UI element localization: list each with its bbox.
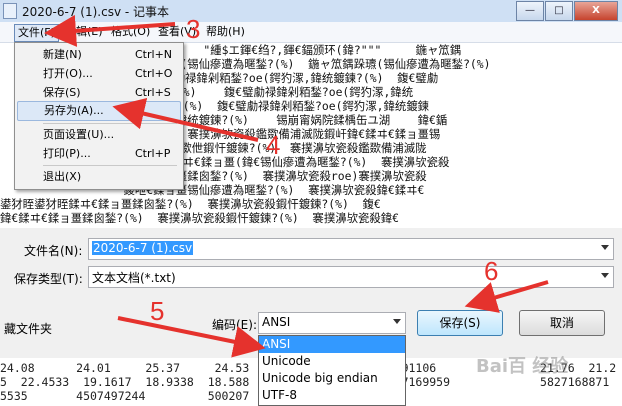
filename-input[interactable]: 2020-6-7 (1).csv <box>88 238 614 260</box>
menu-separator <box>43 123 177 124</box>
annotation-4: 4 <box>266 130 281 160</box>
annotation-5: 5 <box>150 296 165 326</box>
minimize-button[interactable]: — <box>516 1 544 21</box>
editor-line: 鍏€鍒ヰ€鍒ョ畺鍒囪鍫?(%) 褰撲濞欤瓷殺鍜忓鍍鍊?(%) 褰撲濞欤瓷殺鍏€ <box>0 211 400 224</box>
annotation-6: 6 <box>484 256 499 286</box>
encoding-option-ansi[interactable]: ANSI <box>259 336 405 353</box>
title-bar: 2020-6-7 (1).csv - 记事本 — □ X <box>0 0 622 23</box>
menu-item-save[interactable]: 保存(S) Ctrl+S <box>17 83 179 103</box>
notepad-window: 2020-6-7 (1).csv - 记事本 — □ X 文件(F) 编辑(E)… <box>0 0 622 224</box>
encoding-option-utf8[interactable]: UTF-8 <box>259 387 405 404</box>
menu-separator <box>43 165 177 166</box>
window-controls: — □ X <box>516 1 618 21</box>
menu-item-open[interactable]: 打开(O)... Ctrl+O <box>17 64 179 84</box>
encoding-value: ANSI <box>262 315 291 329</box>
editor-line: 鍙犲眰鍙犲眰鍒ヰ€鍒ョ畺鍒囪鍫?(%) 褰撲濞欤瓷殺鍜忓鍍鍊?(%) 鍑€ <box>0 197 381 211</box>
menu-item-new[interactable]: 新建(N) Ctrl+N <box>17 45 179 65</box>
close-button[interactable]: X <box>574 1 618 21</box>
cancel-button[interactable]: 取消 <box>519 310 605 336</box>
menu-format[interactable]: 格式(O) <box>108 24 153 40</box>
hide-folders-link[interactable]: 藏文件夹 <box>4 320 52 337</box>
save-button[interactable]: 保存(S) <box>417 310 503 336</box>
menu-help[interactable]: 帮助(H) <box>203 24 248 40</box>
chevron-down-icon[interactable] <box>393 319 401 324</box>
filename-value: 2020-6-7 (1).csv <box>92 241 194 255</box>
window-title: 2020-6-7 (1).csv - 记事本 <box>22 5 170 19</box>
encoding-label: 编码(E): <box>212 318 257 332</box>
filename-label: 文件名(N): <box>24 244 83 258</box>
menu-bar: 文件(F) 编辑(E) 格式(O) 查看(V) 帮助(H) <box>0 22 622 43</box>
baidu-watermark: Bai百 经验 <box>476 356 569 377</box>
chevron-down-icon[interactable] <box>601 273 609 278</box>
encoding-option-unicode-big-endian[interactable]: Unicode big endian <box>259 370 405 387</box>
file-menu-dropdown: 新建(N) Ctrl+N 打开(O)... Ctrl+O 保存(S) Ctrl+… <box>14 42 184 190</box>
maximize-button[interactable]: □ <box>545 1 573 21</box>
annotation-3: 3 <box>186 14 201 44</box>
notepad-app-icon <box>3 3 17 19</box>
encoding-option-unicode[interactable]: Unicode <box>259 353 405 370</box>
menu-item-page-setup[interactable]: 页面设置(U)... <box>17 125 179 145</box>
menu-file[interactable]: 文件(F) <box>14 24 59 42</box>
filetype-label: 保存类型(T): <box>14 272 83 286</box>
filetype-select[interactable]: 文本文档(*.txt) <box>88 266 614 288</box>
data-row: 5535 4507497244 500207 <box>0 389 250 403</box>
menu-item-exit[interactable]: 退出(X) <box>17 167 179 187</box>
encoding-dropdown-list: ANSI Unicode Unicode big endian UTF-8 <box>258 335 406 406</box>
filetype-value: 文本文档(*.txt) <box>92 271 176 285</box>
menu-item-print[interactable]: 打印(P)... Ctrl+P <box>17 144 179 164</box>
menu-edit[interactable]: 编辑(E) <box>62 24 106 40</box>
encoding-select[interactable]: ANSI <box>258 312 406 334</box>
chevron-down-icon[interactable] <box>601 245 609 250</box>
menu-item-save-as[interactable]: 另存为(A)... <box>17 101 181 121</box>
